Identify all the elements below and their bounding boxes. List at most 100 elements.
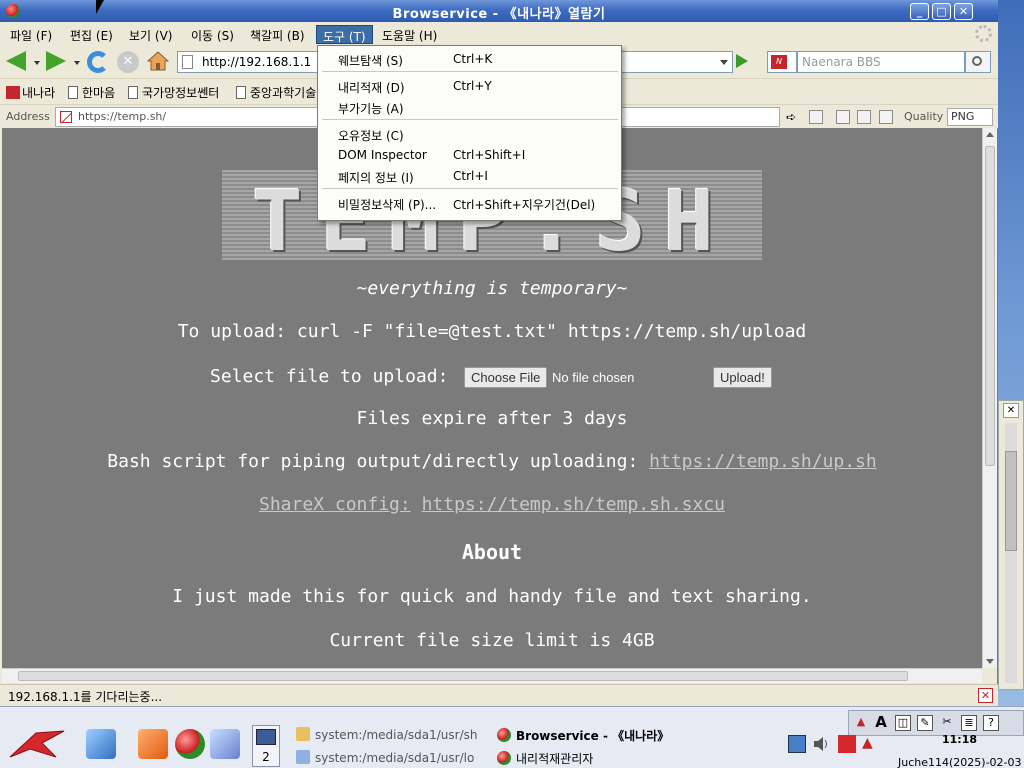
file-status: No file chosen — [552, 370, 635, 385]
menu-file[interactable]: 파일 (F) — [4, 25, 58, 44]
minimize-button[interactable]: _ — [910, 3, 929, 20]
horizontal-scrollbar[interactable] — [2, 668, 982, 683]
window-title: Browservice - 《내나라》열람기 — [392, 7, 606, 22]
menu-edit[interactable]: 편집 (E) — [64, 25, 119, 44]
vertical-scrollbar[interactable] — [982, 128, 997, 668]
browser-launcher-icon[interactable] — [175, 729, 205, 759]
upload-button[interactable]: Upload! — [713, 367, 772, 388]
task-file-manager-1[interactable]: system:/media/sda1/usr/sh — [296, 727, 477, 742]
binoculars-icon[interactable] — [857, 110, 871, 124]
forward-history-dropdown[interactable] — [74, 61, 80, 65]
editor-launcher-icon[interactable] — [86, 729, 116, 759]
fire-icon[interactable]: ▲ — [862, 735, 880, 753]
menu-view[interactable]: 보기 (V) — [123, 25, 178, 44]
menu-item-web-search[interactable]: 웨브탐색 (S) Ctrl+K — [318, 49, 621, 69]
choose-file-button[interactable]: Choose File — [464, 367, 548, 388]
help-icon[interactable]: ? — [983, 715, 999, 731]
volume-icon[interactable] — [812, 735, 830, 753]
notes-icon[interactable]: ≣ — [961, 715, 977, 731]
home-icon — [146, 51, 170, 71]
task-label: Browservice - 《내나라》 — [516, 729, 670, 743]
menu-item-dom-inspector[interactable]: DOM Inspector Ctrl+Shift+I — [318, 145, 621, 165]
home-button[interactable] — [146, 51, 170, 71]
sharex-label-link[interactable]: ShareX config: — [259, 494, 411, 515]
bookmark-item[interactable]: 내나라 — [6, 84, 55, 101]
workspace-switcher[interactable]: 2 — [252, 725, 280, 767]
bookmark-icon[interactable] — [809, 110, 823, 124]
task-label: system:/media/sda1/usr/sh — [315, 728, 478, 742]
menu-item-clear-private-data[interactable]: 비밀정보삭제 (P)... Ctrl+Shift+지우기건(Del) — [318, 193, 621, 213]
bash-script-link[interactable]: https://temp.sh/up.sh — [649, 451, 877, 472]
gear-icon[interactable] — [975, 25, 992, 42]
fire-icon[interactable]: ▲ — [853, 715, 869, 731]
menu-item-shortcut: Ctrl+I — [453, 169, 488, 183]
menu-item-label: 내리적재 (D) — [338, 81, 405, 95]
menu-item-addons[interactable]: 부가기능 (A) — [318, 97, 621, 117]
bookmark-item[interactable]: 한마음 — [68, 84, 115, 101]
about-heading: About — [461, 540, 523, 564]
tools-icon[interactable]: ✂ — [939, 715, 955, 731]
search-input[interactable]: Naenara BBS — [797, 51, 965, 73]
back-button[interactable] — [6, 51, 30, 73]
task-browservice[interactable]: Browservice - 《내나라》 — [497, 727, 669, 744]
start-button[interactable] — [6, 727, 68, 763]
scroll-thumb[interactable] — [18, 671, 908, 681]
reload-icon[interactable] — [87, 51, 109, 73]
forward-button[interactable] — [46, 51, 70, 73]
bookmark-item[interactable]: 국가망정보쎈터 — [128, 84, 219, 101]
search-engine-selector[interactable]: N — [767, 51, 797, 73]
media-launcher-icon[interactable] — [210, 729, 240, 759]
forward-arrow-icon — [46, 51, 66, 71]
close-icon[interactable]: ✕ — [1003, 403, 1019, 418]
files-launcher-icon[interactable] — [138, 729, 168, 759]
font-icon[interactable]: A — [873, 715, 889, 731]
menu-item-error-console[interactable]: 오유정보 (C) — [318, 124, 621, 144]
flag-icon[interactable] — [838, 735, 856, 753]
menu-go[interactable]: 이동 (S) — [185, 25, 240, 44]
menu-item-downloads[interactable]: 내리적재 (D) Ctrl+Y — [318, 76, 621, 96]
browser-icon — [497, 728, 511, 742]
title-bar[interactable]: Browservice - 《내나라》열람기 _ □ ✕ — [0, 0, 998, 22]
close-button[interactable]: ✕ — [954, 3, 973, 20]
stop-icon[interactable]: ✕ — [117, 51, 139, 73]
back-history-dropdown[interactable] — [34, 61, 40, 65]
layout-icon[interactable]: ◫ — [895, 715, 911, 731]
scroll-thumb[interactable] — [1005, 451, 1017, 551]
scroll-down-icon[interactable] — [986, 659, 994, 664]
search-icon — [972, 56, 982, 66]
scroll-up-icon[interactable] — [986, 132, 994, 137]
page-icon — [236, 86, 246, 99]
scroll-thumb[interactable] — [985, 146, 995, 466]
red-star-logo-icon — [9, 730, 65, 758]
bookmark-item[interactable]: 중앙과학기술 — [236, 84, 316, 101]
find-icon[interactable] — [836, 110, 850, 124]
taskbar: 2 system:/media/sda1/usr/sh Browservice … — [0, 706, 1024, 768]
edit-icon[interactable]: ✎ — [917, 715, 933, 731]
go-arrow-icon[interactable]: ➪ — [786, 110, 800, 124]
workspace-number: 2 — [262, 750, 270, 764]
menu-bookmarks[interactable]: 책갈피 (B) — [244, 25, 311, 44]
close-icon[interactable]: ✕ — [978, 688, 993, 703]
maximize-button[interactable]: □ — [932, 3, 951, 20]
task-file-manager-2[interactable]: system:/media/sda1/usr/lo — [296, 750, 474, 765]
menu-separator — [322, 119, 618, 120]
sharex-config-link[interactable]: https://temp.sh/temp.sh.sxcu — [422, 494, 725, 515]
task-download-manager[interactable]: 내리적재관리자 — [497, 750, 593, 767]
url-history-dropdown[interactable] — [720, 60, 728, 65]
quality-select[interactable]: PNG — [947, 108, 993, 126]
menu-item-page-info[interactable]: 페지의 정보 (I) Ctrl+I — [318, 166, 621, 186]
naenara-icon — [6, 86, 20, 99]
address-text[interactable]: https://temp.sh/ — [78, 110, 166, 123]
folder-icon — [296, 727, 310, 741]
workspace-preview — [256, 729, 276, 745]
menu-tools[interactable]: 도구 (T) — [316, 25, 373, 44]
search-button[interactable] — [965, 51, 991, 73]
network-icon[interactable] — [788, 735, 806, 753]
tools-dropdown-menu: 웨브탐색 (S) Ctrl+K 내리적재 (D) Ctrl+Y 부가기능 (A) 오… — [317, 45, 622, 221]
clock[interactable]: 11:18 — [942, 733, 977, 746]
go-button[interactable] — [736, 54, 748, 68]
clipboard-icon[interactable] — [879, 110, 893, 124]
url-text[interactable]: http://192.168.1.1 — [202, 55, 311, 69]
menu-help[interactable]: 도움말 (H) — [376, 25, 443, 44]
address-label: Address — [6, 110, 50, 123]
